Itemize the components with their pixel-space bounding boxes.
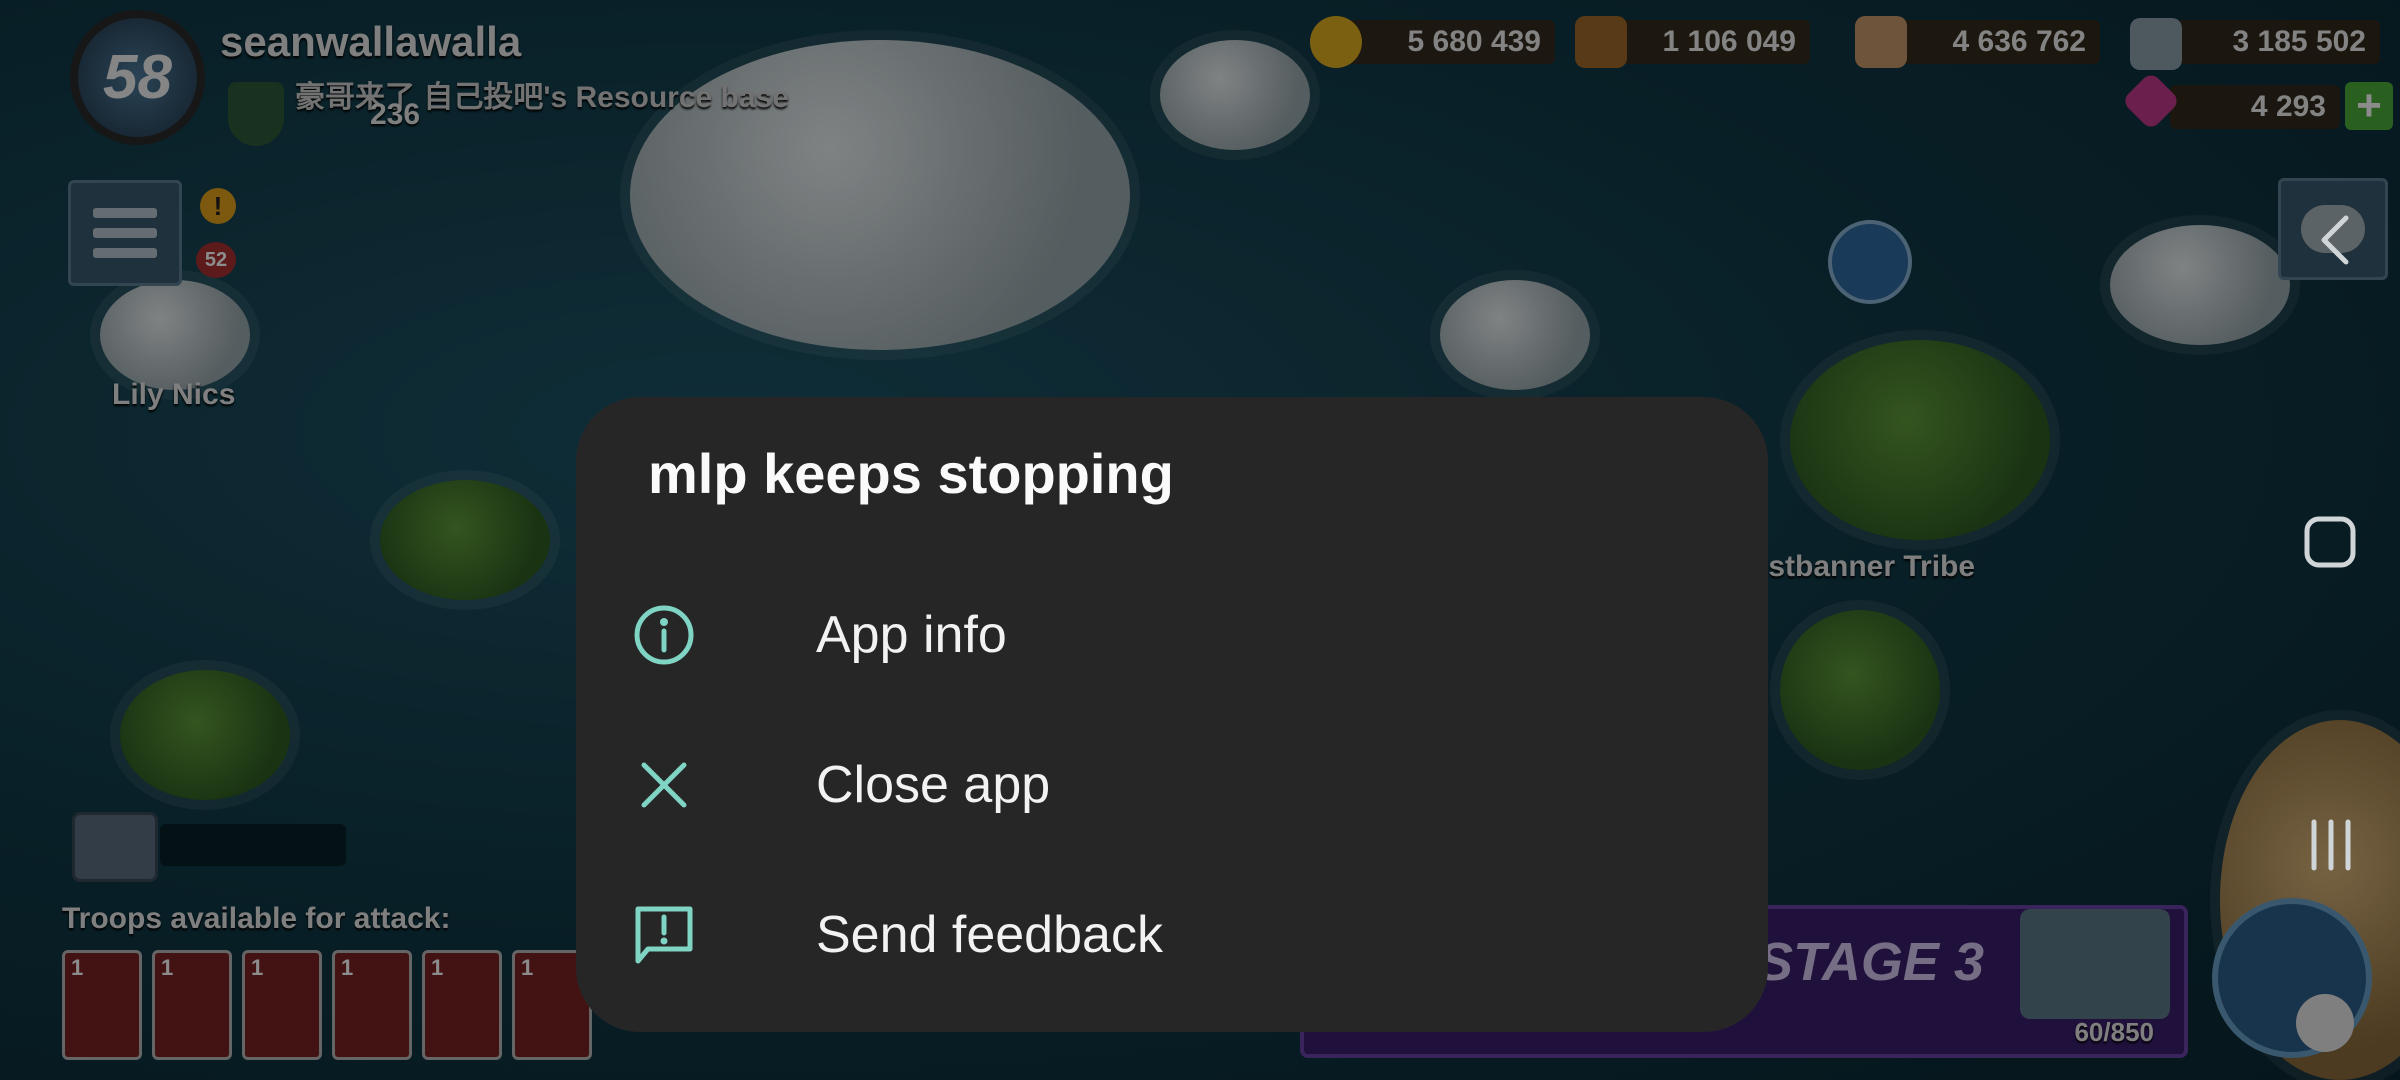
app-info-label: App info [816, 606, 1007, 664]
close-app-option[interactable]: Close app [576, 715, 1768, 855]
send-feedback-label: Send feedback [816, 906, 1163, 964]
app-info-option[interactable]: App info [576, 565, 1768, 705]
recents-nav-icon[interactable] [2306, 818, 2356, 872]
send-feedback-option[interactable]: Send feedback [576, 865, 1768, 1005]
home-nav-icon[interactable] [2303, 515, 2357, 569]
close-icon [624, 745, 704, 825]
close-app-label: Close app [816, 756, 1051, 814]
back-nav-icon[interactable] [2310, 210, 2360, 270]
info-icon [624, 595, 704, 675]
dialog-title: mlp keeps stopping [648, 442, 1174, 505]
feedback-icon [624, 895, 704, 975]
app-crash-dialog: mlp keeps stopping App info Close app Se… [576, 397, 1768, 1032]
